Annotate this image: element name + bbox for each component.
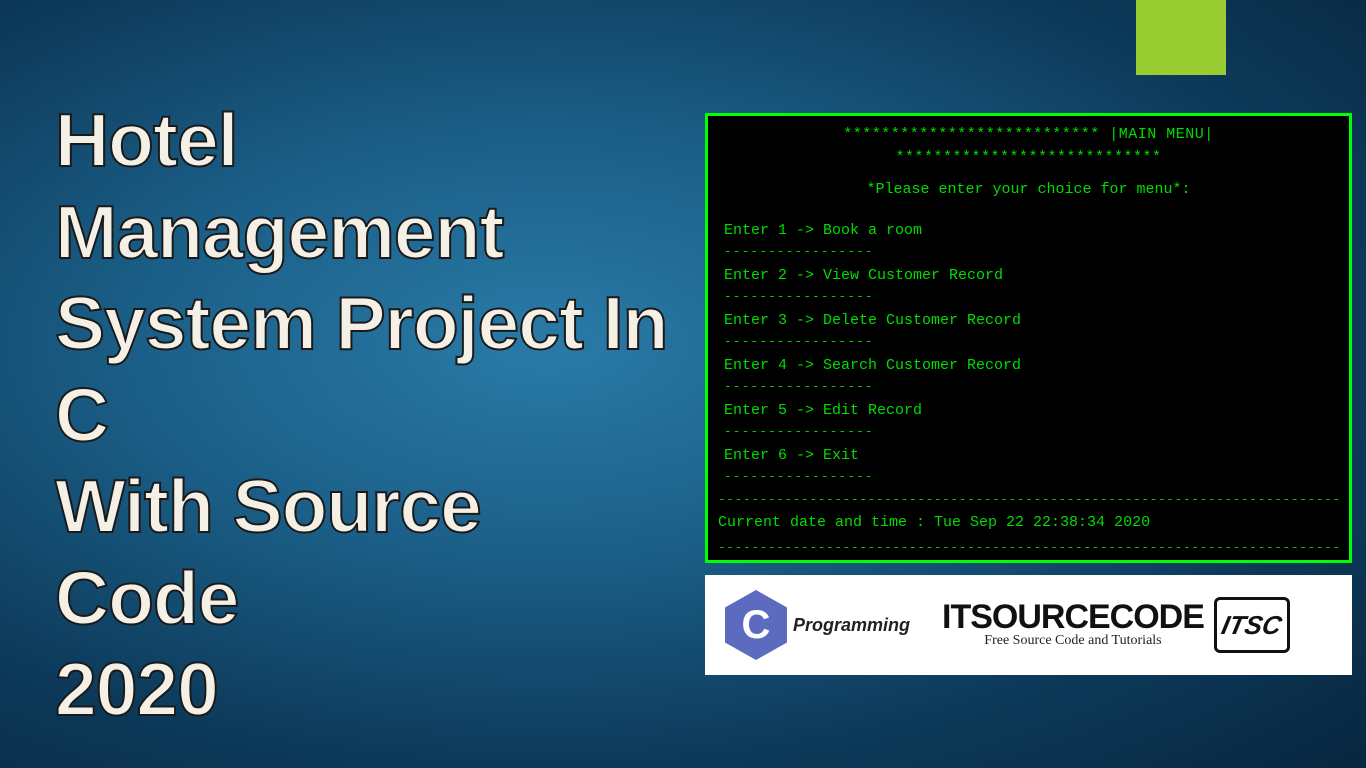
accent-bar (1136, 0, 1226, 75)
slide-title: Hotel Management System Project In C Wit… (55, 95, 675, 736)
long-divider: ----------------------------------------… (718, 490, 1339, 510)
c-hexagon-icon: C (725, 590, 787, 660)
menu-item-5: Enter 5 -> Edit Record (724, 400, 1339, 423)
itsc-brand-name: ITSOURCECODE (942, 601, 1204, 633)
title-line-1: Hotel Management (55, 95, 675, 278)
terminal-datetime: Current date and time : Tue Sep 22 22:38… (718, 512, 1339, 535)
terminal-prompt: *Please enter your choice for menu*: (718, 179, 1339, 202)
divider: ----------------- (724, 287, 1339, 307)
c-programming-logo: C Programming (705, 575, 930, 675)
itsc-tagline: Free Source Code and Tutorials (942, 633, 1204, 649)
itsc-text-block: ITSOURCECODE Free Source Code and Tutori… (942, 601, 1204, 649)
c-letter: C (742, 603, 771, 648)
terminal-header: *************************** |MAIN MENU| … (718, 124, 1339, 169)
itsc-badge-icon: ITSC (1214, 597, 1290, 653)
c-label: Programming (793, 615, 910, 636)
menu-item-1: Enter 1 -> Book a room (724, 220, 1339, 243)
divider: ----------------- (724, 467, 1339, 487)
divider: ----------------- (724, 242, 1339, 262)
itsc-badge-text: ITSC (1219, 610, 1285, 641)
divider: ----------------- (724, 377, 1339, 397)
title-line-3: With Source Code (55, 461, 675, 644)
long-divider: ----------------------------------------… (718, 538, 1339, 558)
divider: ----------------- (724, 422, 1339, 442)
menu-item-2: Enter 2 -> View Customer Record (724, 265, 1339, 288)
itsourcecode-logo: ITSOURCECODE Free Source Code and Tutori… (930, 575, 1352, 675)
menu-item-4: Enter 4 -> Search Customer Record (724, 355, 1339, 378)
menu-item-3: Enter 3 -> Delete Customer Record (724, 310, 1339, 333)
title-line-2: System Project In C (55, 278, 675, 461)
terminal-window: *************************** |MAIN MENU| … (705, 113, 1352, 563)
title-line-4: 2020 (55, 644, 675, 736)
menu-item-6: Enter 6 -> Exit (724, 445, 1339, 468)
logo-row: C Programming ITSOURCECODE Free Source C… (705, 575, 1352, 675)
divider: ----------------- (724, 332, 1339, 352)
